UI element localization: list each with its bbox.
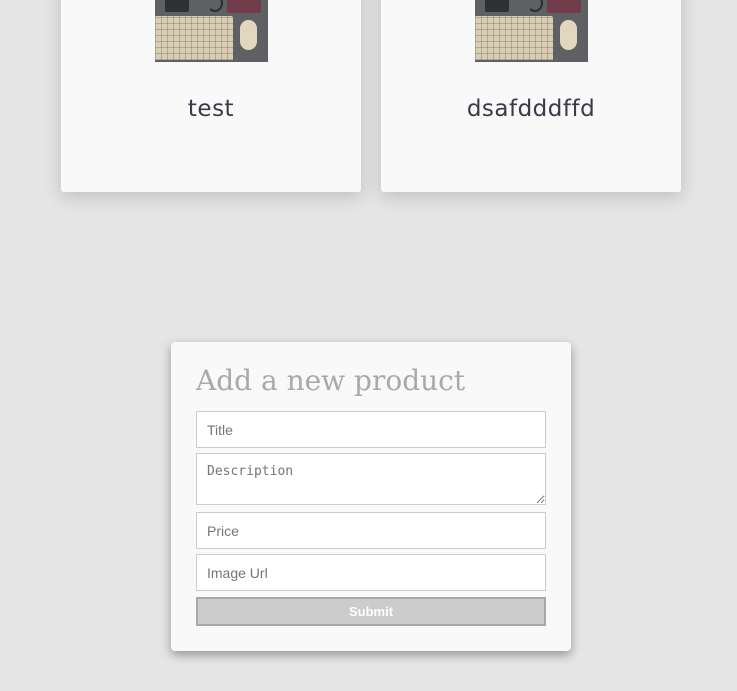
- cable-graphic: [527, 0, 543, 12]
- mouse-graphic: [240, 20, 257, 50]
- device-graphic: [485, 0, 509, 12]
- product-title: dsafdddffd: [466, 96, 596, 122]
- image-url-input[interactable]: [196, 554, 546, 591]
- keyboard-graphic: [155, 16, 233, 60]
- add-product-form: Add a new product Submit: [171, 342, 571, 651]
- keyboard-graphic: [475, 16, 553, 60]
- form-heading: Add a new product: [196, 364, 466, 397]
- description-textarea[interactable]: [196, 453, 546, 505]
- cable-graphic: [207, 0, 223, 12]
- product-card: test: [61, 0, 361, 192]
- device-graphic: [165, 0, 189, 12]
- mousepad-graphic: [547, 0, 581, 13]
- mouse-graphic: [560, 20, 577, 50]
- product-title: test: [187, 96, 235, 122]
- product-card: dsafdddffd: [381, 0, 681, 192]
- title-input[interactable]: [196, 411, 546, 448]
- product-image: [155, 0, 268, 62]
- price-input[interactable]: [196, 512, 546, 549]
- submit-button[interactable]: Submit: [196, 597, 546, 626]
- mousepad-graphic: [227, 0, 261, 13]
- product-image: [475, 0, 588, 62]
